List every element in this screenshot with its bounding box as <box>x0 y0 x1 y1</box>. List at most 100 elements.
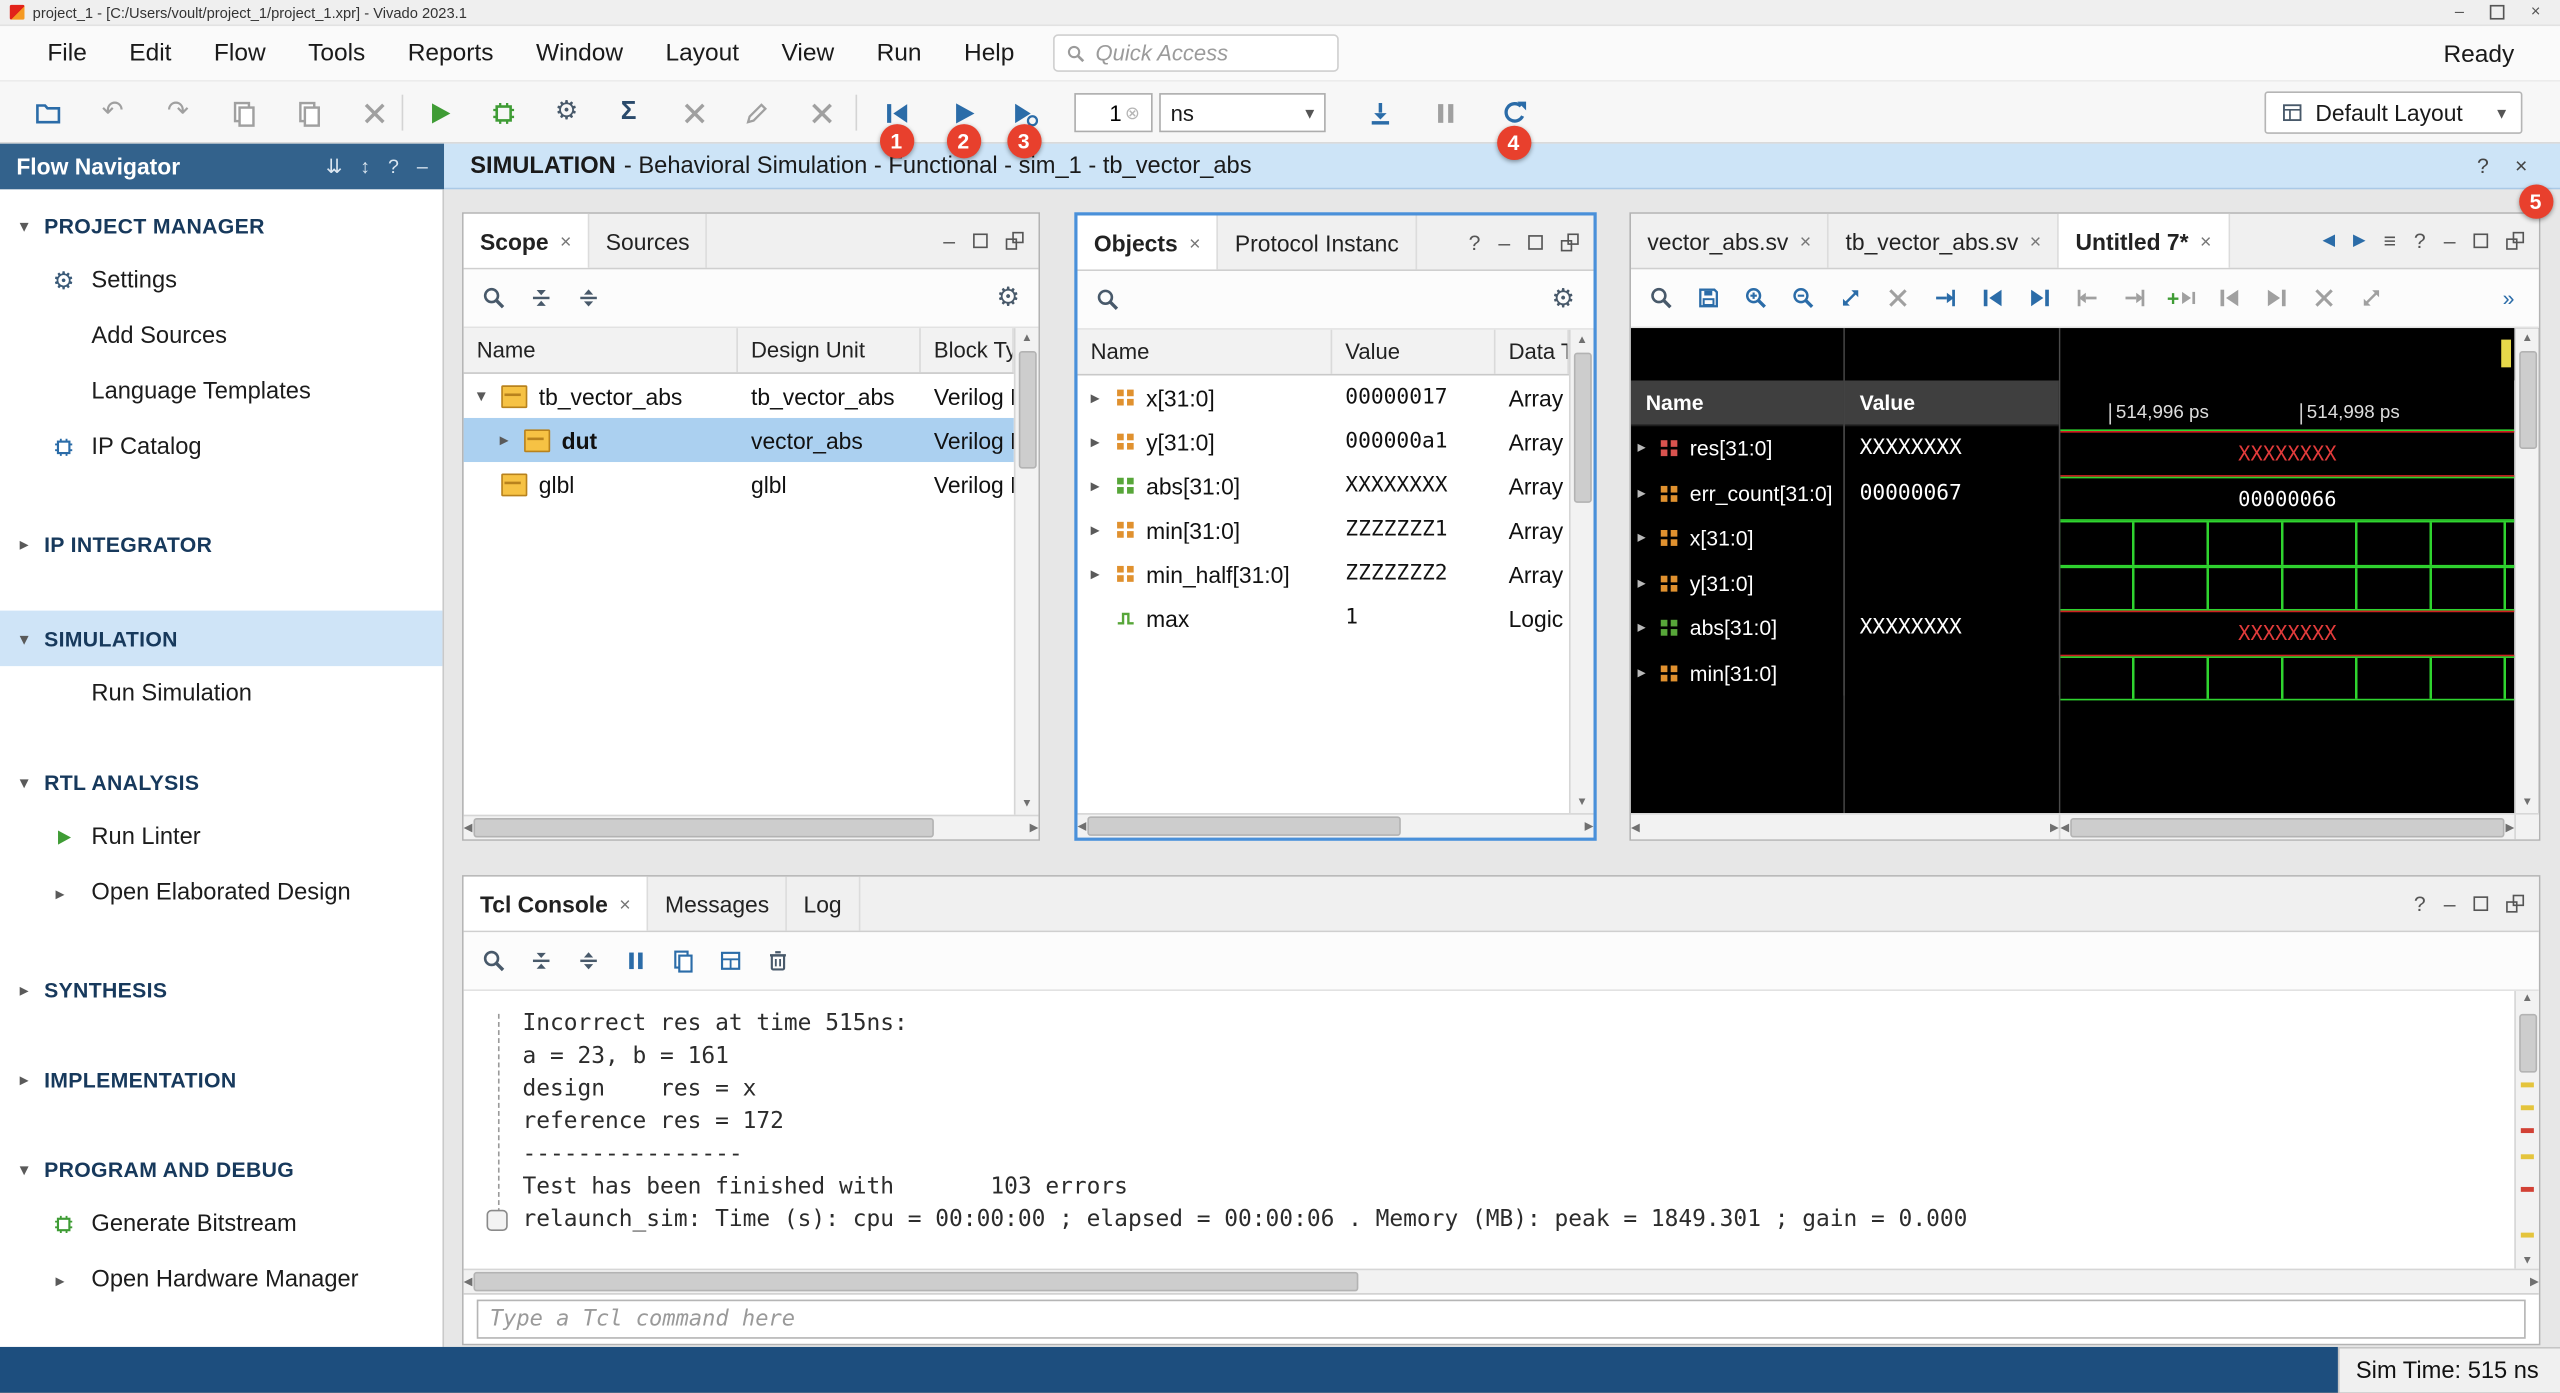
tab-messages[interactable]: Messages <box>649 877 787 931</box>
clear-console-icon[interactable] <box>756 940 800 981</box>
scroll-right-icon[interactable]: ▶ <box>1585 816 1594 837</box>
scroll-right-icon[interactable]: ▶ <box>2530 1271 2539 1292</box>
open-project-button[interactable] <box>26 91 68 133</box>
scroll-up-icon[interactable]: ▲ <box>2522 328 2533 349</box>
section-rtl-analysis[interactable]: ▾ RTL ANALYSIS <box>0 754 442 810</box>
menu-help[interactable]: Help <box>943 26 1036 80</box>
section-simulation[interactable]: ▾ SIMULATION <box>0 611 442 667</box>
expander-icon[interactable]: ▸ <box>1638 440 1659 458</box>
sidebar-item-run-simulation[interactable]: Run Simulation <box>0 666 442 722</box>
section-project-manager[interactable]: ▾ PROJECT MANAGER <box>0 198 442 254</box>
wave-signal-res[interactable]: ▸ res[31:0] <box>1631 426 1843 471</box>
object-row-max[interactable]: max 1 Logic <box>1078 596 1569 640</box>
add-marker-icon[interactable]: + <box>2160 278 2204 319</box>
simulation-time-input[interactable] <box>1076 100 1122 124</box>
scope-row-dut-selected[interactable]: ▸ dut vector_abs Verilog M <box>464 418 1014 462</box>
expander-icon[interactable]: ▸ <box>1638 529 1659 547</box>
wave-marker-icon[interactable] <box>2501 340 2511 368</box>
next-marker-icon[interactable] <box>2255 278 2299 319</box>
horizontal-scrollbar[interactable]: ◀ ▶ <box>464 815 1039 839</box>
column-block-type[interactable]: Block Typ <box>921 328 1014 372</box>
tcl-command-input[interactable] <box>477 1300 2526 1339</box>
scrollbar-thumb[interactable] <box>1018 351 1036 469</box>
minimize-panel-icon[interactable]: – <box>417 155 428 178</box>
menu-run[interactable]: Run <box>855 26 942 80</box>
maximize-icon[interactable] <box>1006 232 1024 250</box>
layout-selector[interactable]: Default Layout ▾ <box>2265 91 2523 133</box>
tab-scroll-right-icon[interactable]: ▶ <box>2353 232 2366 250</box>
copy-icon[interactable] <box>661 940 705 981</box>
menu-flow[interactable]: Flow <box>193 26 287 80</box>
wave-horizontal-scrollbar[interactable]: ◀ ▶ <box>2059 815 2515 839</box>
run-button[interactable] <box>418 91 460 133</box>
column-name[interactable]: Name <box>1078 330 1333 374</box>
close-icon[interactable]: × <box>619 892 630 915</box>
scroll-left-icon[interactable]: ◀ <box>1631 816 1640 837</box>
object-row-x[interactable]: ▸ x[31:0] 00000017 Array <box>1078 376 1569 420</box>
column-data-type[interactable]: Data Ty <box>1496 330 1569 374</box>
expander-icon[interactable]: ▸ <box>1091 519 1115 540</box>
close-icon[interactable]: × <box>2030 229 2041 252</box>
go-to-transition-icon[interactable] <box>1923 278 1967 319</box>
chevron-right-icon[interactable]: ▸ <box>20 979 44 1000</box>
help-icon[interactable]: ? <box>2414 891 2426 915</box>
scrollbar-thumb[interactable] <box>1088 816 1401 836</box>
horizontal-scrollbar[interactable]: ◀ ▶ <box>464 1269 2539 1293</box>
column-value[interactable]: Value <box>1332 330 1495 374</box>
scrollbar-thumb[interactable] <box>1573 353 1591 503</box>
minimize-icon[interactable]: – <box>2444 229 2456 253</box>
pause-button[interactable] <box>1424 91 1466 133</box>
tab-sources[interactable]: Sources <box>589 214 707 268</box>
expander-icon[interactable]: ▸ <box>1638 664 1659 682</box>
scroll-right-icon[interactable]: ▶ <box>1030 817 1039 838</box>
wave-trace-err-count[interactable]: 00000066 <box>2060 476 2514 521</box>
chevron-right-icon[interactable]: ▸ <box>56 882 82 903</box>
toolbar-overflow-icon[interactable]: » <box>2487 278 2531 319</box>
tcl-console-output[interactable]: Incorrect res at time 515ns: a = 23, b =… <box>464 991 2539 1269</box>
chevron-down-icon[interactable]: ▾ <box>20 215 44 236</box>
scrollbar-thumb[interactable] <box>474 818 934 838</box>
scrollbar-thumb[interactable] <box>474 1272 1359 1292</box>
wave-trace-min[interactable] <box>2060 656 2514 701</box>
wave-display[interactable]: Name ▸ res[31:0] ▸ err_count[31:0] ▸ <box>1631 328 2539 813</box>
float-icon[interactable] <box>2473 896 2488 911</box>
scroll-right-icon[interactable]: ▶ <box>2505 816 2514 837</box>
tab-objects[interactable]: Objects × <box>1078 216 1219 270</box>
time-unit-select[interactable]: ns ▾ <box>1159 93 1326 132</box>
column-design-unit[interactable]: Design Unit <box>738 328 921 372</box>
scroll-up-icon[interactable]: ▲ <box>1021 328 1032 349</box>
menu-layout[interactable]: Layout <box>644 26 760 80</box>
collapse-all-icon[interactable]: ⇊ <box>326 155 342 178</box>
chevron-right-icon[interactable]: ▸ <box>56 1269 82 1290</box>
remove-cursor-icon[interactable] <box>1876 278 1920 319</box>
delete-button[interactable] <box>353 91 395 133</box>
scroll-up-icon[interactable]: ▲ <box>1576 330 1587 351</box>
save-waveform-icon[interactable] <box>1687 278 1731 319</box>
section-ip-integrator[interactable]: ▸ IP INTEGRATOR <box>0 516 442 572</box>
scope-row-tb-vector-abs[interactable]: ▾ tb_vector_abs tb_vector_abs Verilog M <box>464 374 1014 418</box>
collapse-all-icon[interactable] <box>519 940 563 981</box>
wave-trace-res[interactable]: XXXXXXXX <box>2060 431 2514 476</box>
expander-icon[interactable]: ▸ <box>1091 431 1115 452</box>
wave-plot-area[interactable]: 514,996 ps 514,998 ps XXXXXXXX 00000066 … <box>2060 328 2514 813</box>
go-to-time-zero-icon[interactable] <box>1971 278 2015 319</box>
wave-signal-x[interactable]: ▸ x[31:0] <box>1631 516 1843 561</box>
object-row-abs[interactable]: ▸ abs[31:0] XXXXXXXX Array <box>1078 464 1569 508</box>
expander-icon[interactable]: ▸ <box>1638 574 1659 592</box>
tab-scroll-left-icon[interactable]: ◀ <box>2322 232 2335 250</box>
wave-trace-abs[interactable]: XXXXXXXX <box>2060 611 2514 656</box>
sidebar-item-ip-catalog[interactable]: IP Catalog <box>0 420 442 476</box>
chevron-right-icon[interactable]: ▸ <box>20 533 44 554</box>
scroll-left-icon[interactable]: ◀ <box>2060 816 2069 837</box>
wave-signal-min[interactable]: ▸ min[31:0] <box>1631 651 1843 696</box>
cancel-button[interactable] <box>800 91 842 133</box>
object-row-min-half[interactable]: ▸ min_half[31:0] ZZZZZZZ2 Array <box>1078 552 1569 596</box>
chevron-down-icon[interactable]: ▾ <box>20 771 44 792</box>
wave-trace-x[interactable] <box>2060 521 2514 566</box>
tab-tb-vector-abs-sv[interactable]: tb_vector_abs.sv × <box>1829 214 2059 268</box>
horizontal-scrollbar[interactable]: ◀ ▶ <box>1078 813 1594 837</box>
section-synthesis[interactable]: ▸ SYNTHESIS <box>0 962 442 1018</box>
scroll-right-icon[interactable]: ▶ <box>2050 816 2059 837</box>
minimize-icon[interactable]: – <box>943 229 955 253</box>
section-implementation[interactable]: ▸ IMPLEMENTATION <box>0 1051 442 1107</box>
